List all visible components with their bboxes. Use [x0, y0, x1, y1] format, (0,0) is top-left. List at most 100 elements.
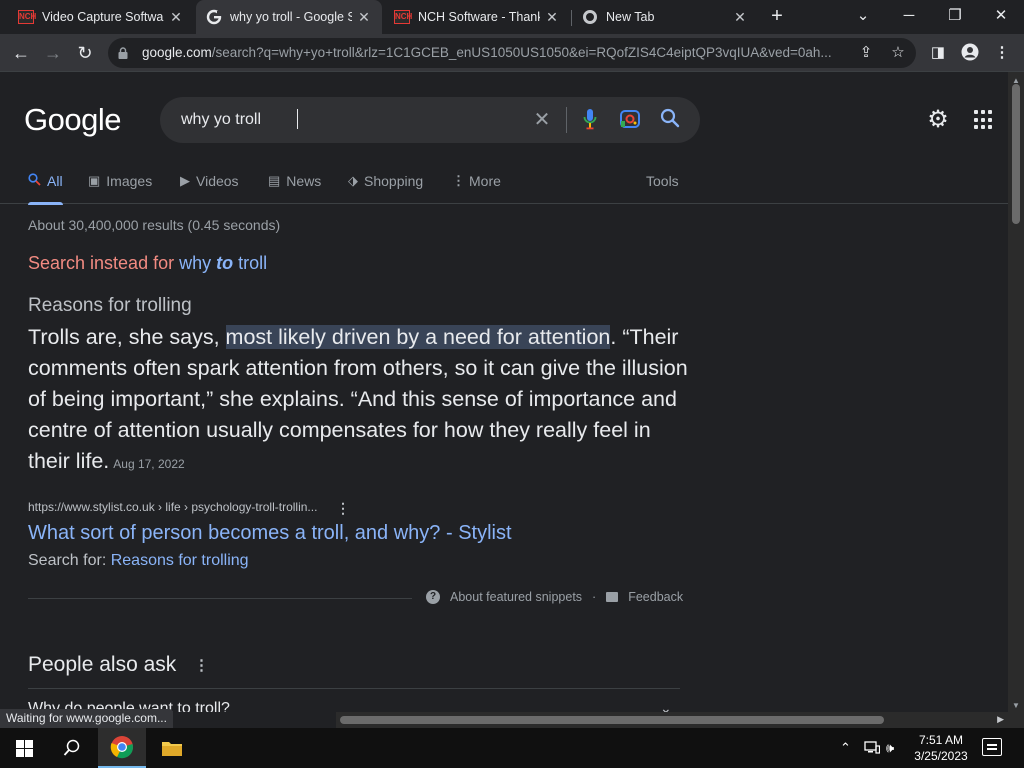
- close-tab-icon[interactable]: ✕: [544, 9, 560, 26]
- windows-taskbar: ⌃ 🕪 7:51 AM 3/25/2023: [0, 728, 1024, 768]
- search-instead-link[interactable]: why to troll: [179, 253, 267, 273]
- browser-tab-nch-thanks[interactable]: NCH NCH Software - Thank ✕: [384, 0, 570, 34]
- play-icon: ▶: [180, 173, 190, 188]
- search-icon: [28, 173, 41, 189]
- chevron-down-icon[interactable]: ⌄: [660, 700, 672, 712]
- snippet-divider: [28, 598, 412, 599]
- vertical-scrollbar[interactable]: ▲ ▼: [1008, 72, 1024, 712]
- google-results-page: Google why yo troll ✕ ⚙ All ▣ Images ▶ V…: [0, 72, 1008, 712]
- network-icon[interactable]: [864, 740, 881, 757]
- lock-icon: [118, 46, 128, 59]
- google-g-icon: [206, 9, 222, 25]
- google-apps-icon[interactable]: [974, 110, 994, 130]
- browser-toolbar: ← → ↻ google.com/search?q=why+yo+troll&r…: [0, 34, 1024, 72]
- chrome-icon: [110, 736, 133, 759]
- google-logo[interactable]: Google: [24, 102, 121, 138]
- forward-button[interactable]: →: [40, 40, 66, 66]
- windows-logo-icon: [15, 739, 33, 757]
- snippet-highlight: most likely driven by a need for attenti…: [225, 325, 611, 349]
- volume-icon[interactable]: 🕪: [886, 740, 894, 756]
- feedback-icon: [606, 592, 619, 602]
- search-for-line: Search for: Reasons for trolling: [28, 552, 249, 569]
- search-icon: [63, 739, 80, 756]
- close-tab-icon[interactable]: ✕: [732, 9, 748, 26]
- folder-icon: [162, 742, 182, 756]
- feedback-link[interactable]: Feedback: [628, 590, 683, 604]
- search-box[interactable]: why yo troll ✕: [160, 97, 700, 143]
- tab-news[interactable]: ▤ News: [268, 168, 321, 204]
- restore-button[interactable]: ❐: [940, 4, 970, 28]
- tab-shopping[interactable]: ⬗ Shopping: [348, 168, 423, 204]
- browser-tab-new[interactable]: New Tab ✕: [572, 0, 758, 34]
- scroll-right-arrow-icon[interactable]: ▶: [997, 714, 1004, 725]
- chrome-icon: [582, 9, 598, 25]
- minimize-button[interactable]: ─: [894, 4, 924, 28]
- search-divider: [566, 107, 567, 133]
- tab-images[interactable]: ▣ Images: [88, 168, 152, 204]
- scroll-down-arrow-icon[interactable]: ▼: [1012, 701, 1020, 710]
- about-featured-snippets-link[interactable]: About featured snippets: [450, 590, 582, 604]
- horizontal-scroll-thumb[interactable]: [340, 716, 884, 724]
- browser-tab-video-capture[interactable]: NCH Video Capture Softwar ✕: [8, 0, 194, 34]
- taskbar-search-button[interactable]: [48, 728, 96, 768]
- close-window-button[interactable]: ✕: [986, 4, 1016, 28]
- vertical-scroll-thumb[interactable]: [1012, 84, 1020, 224]
- nch-logo-icon: NCH: [18, 9, 36, 25]
- clear-search-icon[interactable]: ✕: [530, 108, 554, 132]
- text-cursor: [297, 109, 303, 129]
- paa-options-icon[interactable]: ⋮: [194, 656, 209, 674]
- result-options-icon[interactable]: ⋮: [336, 500, 350, 518]
- help-icon: ?: [426, 590, 440, 604]
- search-for-link[interactable]: Reasons for trolling: [111, 552, 249, 569]
- news-icon: ▤: [268, 173, 281, 188]
- settings-gear-icon[interactable]: ⚙: [924, 106, 952, 134]
- new-tab-button[interactable]: +: [766, 6, 788, 28]
- search-icon[interactable]: [658, 108, 682, 132]
- horizontal-scrollbar[interactable]: ▶: [336, 712, 1008, 728]
- tab-videos[interactable]: ▶ Videos: [180, 168, 239, 204]
- bookmark-star-icon[interactable]: ☆: [888, 43, 908, 63]
- chrome-menu-icon[interactable]: ⋮: [992, 43, 1012, 63]
- microphone-icon[interactable]: [578, 108, 602, 132]
- scrollbar-corner: [1008, 712, 1024, 728]
- search-instead-line: Search instead for why to troll: [28, 253, 268, 273]
- result-url[interactable]: https://www.stylist.co.uk › life › psych…: [28, 500, 317, 514]
- notification-center-icon[interactable]: [982, 738, 1002, 756]
- taskbar-chrome-button[interactable]: [98, 728, 146, 768]
- browser-tab-google[interactable]: why yo troll - Google S ✕: [196, 0, 382, 34]
- tools-button[interactable]: Tools: [646, 168, 679, 204]
- result-stats: About 30,400,000 results (0.45 seconds): [28, 217, 281, 233]
- start-button[interactable]: [0, 728, 48, 768]
- featured-snippet-heading: Reasons for trolling: [28, 295, 192, 316]
- address-bar[interactable]: google.com/search?q=why+yo+troll&rlz=1C1…: [108, 38, 916, 68]
- show-hidden-icons-chevron[interactable]: ⌃: [840, 740, 851, 756]
- snippet-footer: ? About featured snippets · Feedback: [426, 590, 683, 604]
- system-clock[interactable]: 7:51 AM 3/25/2023: [906, 732, 976, 764]
- taskbar-file-explorer-button[interactable]: [148, 728, 196, 768]
- tab-search-chevron-icon[interactable]: ⌄: [848, 4, 878, 28]
- back-button[interactable]: ←: [8, 40, 34, 66]
- nch-logo-icon: NCH: [394, 9, 412, 25]
- address-url: google.com/search?q=why+yo+troll&rlz=1C1…: [142, 45, 832, 60]
- tab-more[interactable]: ⋮ More: [452, 168, 501, 204]
- status-bubble: Waiting for www.google.com...: [0, 709, 173, 728]
- profile-icon[interactable]: [960, 43, 980, 63]
- snippet-date: Aug 17, 2022: [113, 457, 185, 471]
- tab-all[interactable]: All: [28, 168, 63, 205]
- search-tabs: All ▣ Images ▶ Videos ▤ News ⬗ Shopping …: [0, 168, 1008, 205]
- close-tab-icon[interactable]: ✕: [356, 9, 372, 26]
- tag-icon: ⬗: [348, 173, 358, 188]
- search-input[interactable]: why yo troll: [181, 111, 261, 129]
- close-tab-icon[interactable]: ✕: [168, 9, 184, 26]
- reload-button[interactable]: ↻: [72, 40, 98, 66]
- share-icon[interactable]: ⇪: [856, 43, 876, 63]
- paa-divider: [28, 688, 680, 689]
- result-title-link[interactable]: What sort of person becomes a troll, and…: [28, 522, 512, 545]
- browser-window: NCH Video Capture Softwar ✕ why yo troll…: [0, 0, 1024, 768]
- google-lens-icon[interactable]: [618, 108, 642, 132]
- image-icon: ▣: [88, 173, 101, 188]
- people-also-ask-heading: People also ask: [28, 653, 177, 676]
- featured-snippet-text: Trolls are, she says, most likely driven…: [28, 325, 688, 473]
- more-vert-icon: ⋮: [452, 173, 465, 188]
- side-panel-icon[interactable]: ◨: [928, 43, 948, 63]
